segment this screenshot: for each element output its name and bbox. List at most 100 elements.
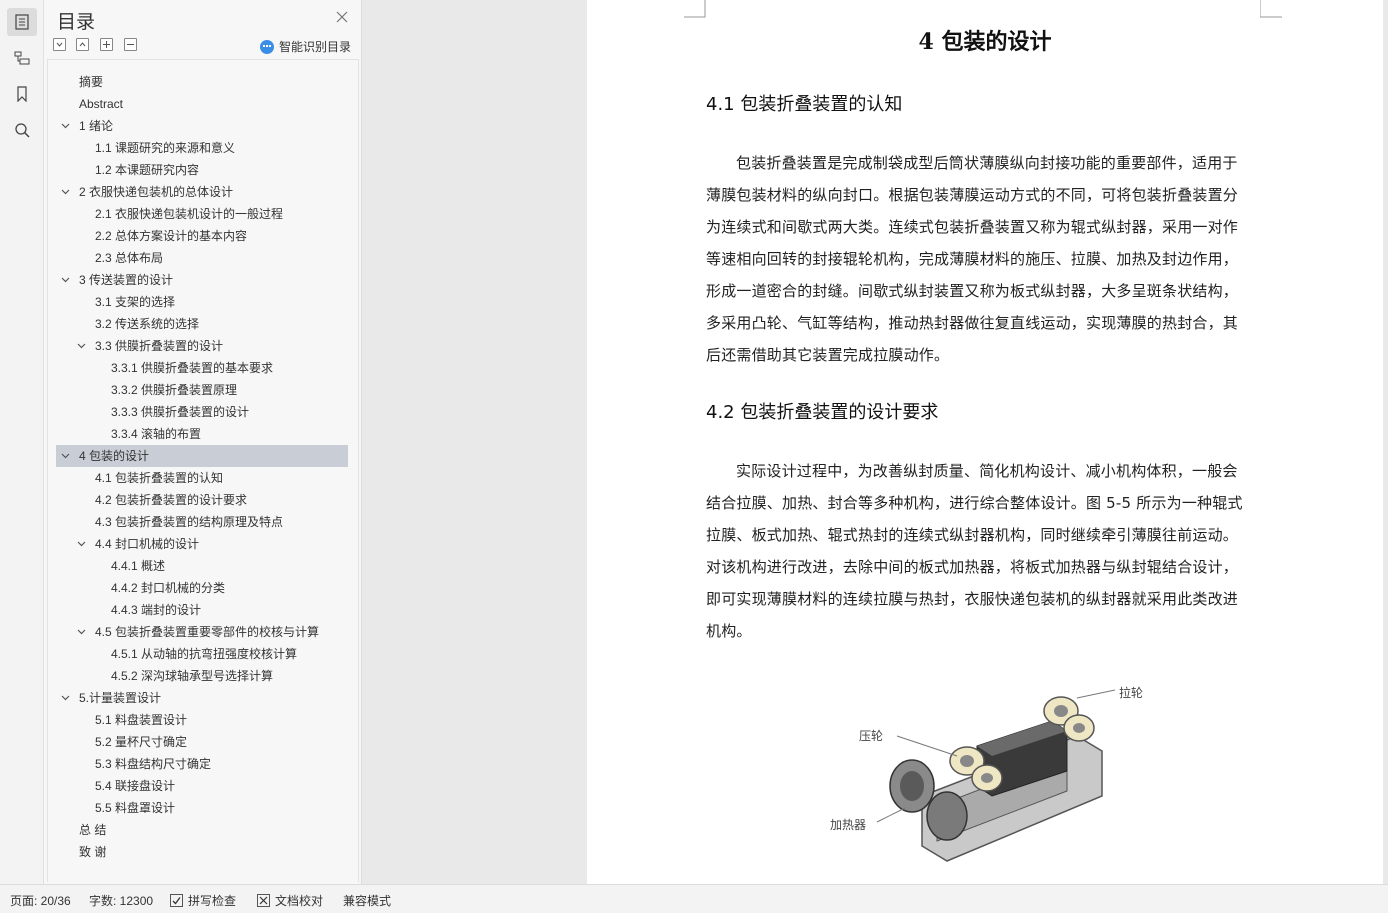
toc-item-label: Abstract (79, 97, 124, 111)
spell-check-toggle[interactable]: 拼写检查 (170, 892, 236, 909)
chevron-down-icon[interactable] (61, 451, 70, 460)
bookmark-icon[interactable] (7, 80, 37, 108)
toc-item[interactable]: Abstract (56, 93, 348, 115)
toc-item-label: 4.4.1 概述 (111, 559, 166, 573)
toc-item[interactable]: 4.4.3 端封的设计 (56, 599, 348, 621)
toc-item[interactable]: 3.3 供膜折叠装置的设计 (56, 335, 348, 357)
word-count[interactable]: 字数: 12300 (89, 892, 153, 909)
paragraph-line: 多采用凸轮、气缸等结构，推动热封器做往复直线运动，实现薄膜的热封合，其 (706, 314, 1239, 332)
outline-icon[interactable] (7, 44, 37, 72)
toc-item[interactable]: 4.1 包装折叠装置的认知 (56, 467, 348, 489)
toc-item[interactable]: 5.3 料盘结构尺寸确定 (56, 753, 348, 775)
toc-item[interactable]: 4.4.2 封口机械的分类 (56, 577, 348, 599)
toc-item[interactable]: 2.2 总体方案设计的基本内容 (56, 225, 348, 247)
section-heading: 4.2 包装折叠装置的设计要求 (706, 402, 939, 423)
proof-icon (257, 894, 270, 907)
toc-item-label: 5.4 联接盘设计 (95, 779, 176, 793)
chevron-down-icon[interactable] (61, 275, 70, 284)
toc-item-label: 5.5 料盘罩设计 (95, 801, 176, 815)
toc-item[interactable]: 4 包装的设计 (56, 445, 348, 467)
toc-item[interactable]: 4.4.1 概述 (56, 555, 348, 577)
toc-item-label: 4.4 封口机械的设计 (95, 537, 200, 551)
toc-item[interactable]: 3.2 传送系统的选择 (56, 313, 348, 335)
toc-list: 摘要 Abstract 1 绪论 1.1 课题研究的来源和意义 1.2 本课题研究内容 2… (47, 59, 359, 882)
toc-item[interactable]: 1.2 本课题研究内容 (56, 159, 348, 181)
toc-item[interactable]: 2.3 总体布局 (56, 247, 348, 269)
toc-item-label: 5.1 料盘装置设计 (95, 713, 188, 727)
paragraph: 包装折叠装置是完成制袋成型后筒状薄膜纵向封接功能的重要部件，适用于 薄膜包装材料的… (706, 147, 1262, 371)
toc-item-label: 4 包装的设计 (79, 449, 150, 463)
toc-item-label: 4.5.1 从动轴的抗弯扭强度校核计算 (111, 647, 298, 661)
toc-item[interactable]: 3 传送装置的设计 (56, 269, 348, 291)
toc-item[interactable]: 3.1 支架的选择 (56, 291, 348, 313)
toc-item-label: 4.4.2 封口机械的分类 (111, 581, 226, 595)
figure-label-press-wheel: 压轮 (859, 729, 884, 743)
toc-item[interactable]: 致 谢 (56, 841, 348, 863)
toc-item-label: 3.3.1 供膜折叠装置的基本要求 (111, 361, 274, 375)
toc-item[interactable]: 4.5 包装折叠装置重要零部件的校核与计算 (56, 621, 348, 643)
toc-item[interactable]: 4.5.1 从动轴的抗弯扭强度校核计算 (56, 643, 348, 665)
close-icon[interactable] (335, 10, 349, 24)
document-page: 4 包装的设计 4.1 包装折叠装置的认知 包装折叠装置是完成制袋成型后筒状薄膜… (587, 0, 1383, 884)
toc-item-label: 1 绪论 (79, 119, 114, 133)
section-heading: 4.1 包装折叠装置的认知 (706, 94, 903, 115)
toc-item-label: 摘要 (79, 75, 104, 89)
paragraph-line: 机构。 (706, 622, 752, 640)
toc-item-label: 致 谢 (79, 845, 107, 859)
toc-item[interactable]: 5.4 联接盘设计 (56, 775, 348, 797)
toc-item-label: 4.1 包装折叠装置的认知 (95, 471, 224, 485)
toc-item[interactable]: 3.3.2 供膜折叠装置原理 (56, 379, 348, 401)
toc-item-label: 2 衣服快递包装机的总体设计 (79, 185, 234, 199)
chevron-down-icon[interactable] (77, 627, 86, 636)
toc-item[interactable]: 5.2 量杯尺寸确定 (56, 731, 348, 753)
chevron-down-icon[interactable] (61, 121, 70, 130)
expand-all-icon[interactable] (53, 38, 66, 51)
paragraph-line: 拉膜、板式加热、辊式热封的连续式纵封器机构，同时继续牵引薄膜往前运动。 (706, 526, 1239, 544)
toc-item[interactable]: 5.1 料盘装置设计 (56, 709, 348, 731)
toc-item-label: 1.1 课题研究的来源和意义 (95, 141, 236, 155)
toc-panel-icon[interactable] (7, 8, 37, 36)
toc-item-label: 4.5.2 深沟球轴承型号选择计算 (111, 669, 274, 683)
compat-mode: 兼容模式 (343, 894, 392, 908)
chevron-down-icon[interactable] (77, 539, 86, 548)
chevron-down-icon[interactable] (61, 187, 70, 196)
toc-item[interactable]: 5.5 料盘罩设计 (56, 797, 348, 819)
remove-heading-icon[interactable] (124, 38, 137, 51)
status-bar: 页面: 20/36 字数: 12300 拼写检查 文档校对 兼容模式 (0, 884, 1388, 913)
toc-item[interactable]: 3.3.4 滚轴的布置 (56, 423, 348, 445)
paragraph-line: 形成一道密合的封缝。间歇式纵封装置又称为板式纵封器，大多呈斑条状结构， (706, 282, 1239, 300)
toc-item-label: 2.1 衣服快递包装机设计的一般过程 (95, 207, 284, 221)
add-heading-icon[interactable] (100, 38, 113, 51)
chevron-down-icon[interactable] (61, 693, 70, 702)
toc-item[interactable]: 1 绪论 (56, 115, 348, 137)
side-rail (0, 0, 44, 884)
toc-item[interactable]: 总 结 (56, 819, 348, 841)
toc-item[interactable]: 4.3 包装折叠装置的结构原理及特点 (56, 511, 348, 533)
paragraph-line: 等速相向回转的封接辊轮机构，完成薄膜材料的施压、拉膜、加热及封边作用， (706, 250, 1239, 268)
toc-item[interactable]: 4.4 封口机械的设计 (56, 533, 348, 555)
smart-toc-button[interactable]: 智能识别目录 (260, 38, 351, 55)
doc-proof-toggle[interactable]: 文档校对 (257, 892, 323, 909)
figure-label-pull-wheel: 拉轮 (1119, 686, 1144, 700)
collapse-all-icon[interactable] (76, 38, 89, 51)
toc-item-label: 1.2 本课题研究内容 (95, 163, 200, 177)
toc-item[interactable]: 5.计量装置设计 (56, 687, 348, 709)
toc-panel: 目录 智能识别目录 摘要 Abstract 1 绪论 1.1 课题研究的来源和意义 1.… (44, 0, 362, 884)
search-icon[interactable] (7, 116, 37, 144)
toc-item[interactable]: 3.3.1 供膜折叠装置的基本要求 (56, 357, 348, 379)
toc-item-label: 2.2 总体方案设计的基本内容 (95, 229, 248, 243)
toc-item[interactable]: 3.3.3 供膜折叠装置的设计 (56, 401, 348, 423)
toc-item[interactable]: 4.2 包装折叠装置的设计要求 (56, 489, 348, 511)
toc-item[interactable]: 1.1 课题研究的来源和意义 (56, 137, 348, 159)
page-indicator[interactable]: 页面: 20/36 (10, 892, 71, 909)
paragraph-line: 包装折叠装置是完成制袋成型后筒状薄膜纵向封接功能的重要部件，适用于 (736, 154, 1238, 172)
chevron-down-icon[interactable] (77, 341, 86, 350)
toc-item[interactable]: 2 衣服快递包装机的总体设计 (56, 181, 348, 203)
toc-title: 目录 (57, 12, 96, 33)
toc-item-label: 3.3.3 供膜折叠装置的设计 (111, 405, 250, 419)
paragraph-line: 为连续式和间歇式两大类。连续式包装折叠装置又称为辊式纵封器，采用一对作 (706, 218, 1239, 236)
toc-item[interactable]: 摘要 (56, 71, 348, 93)
toc-item-label: 3.1 支架的选择 (95, 295, 176, 309)
toc-item[interactable]: 2.1 衣服快递包装机设计的一般过程 (56, 203, 348, 225)
toc-item[interactable]: 4.5.2 深沟球轴承型号选择计算 (56, 665, 348, 687)
